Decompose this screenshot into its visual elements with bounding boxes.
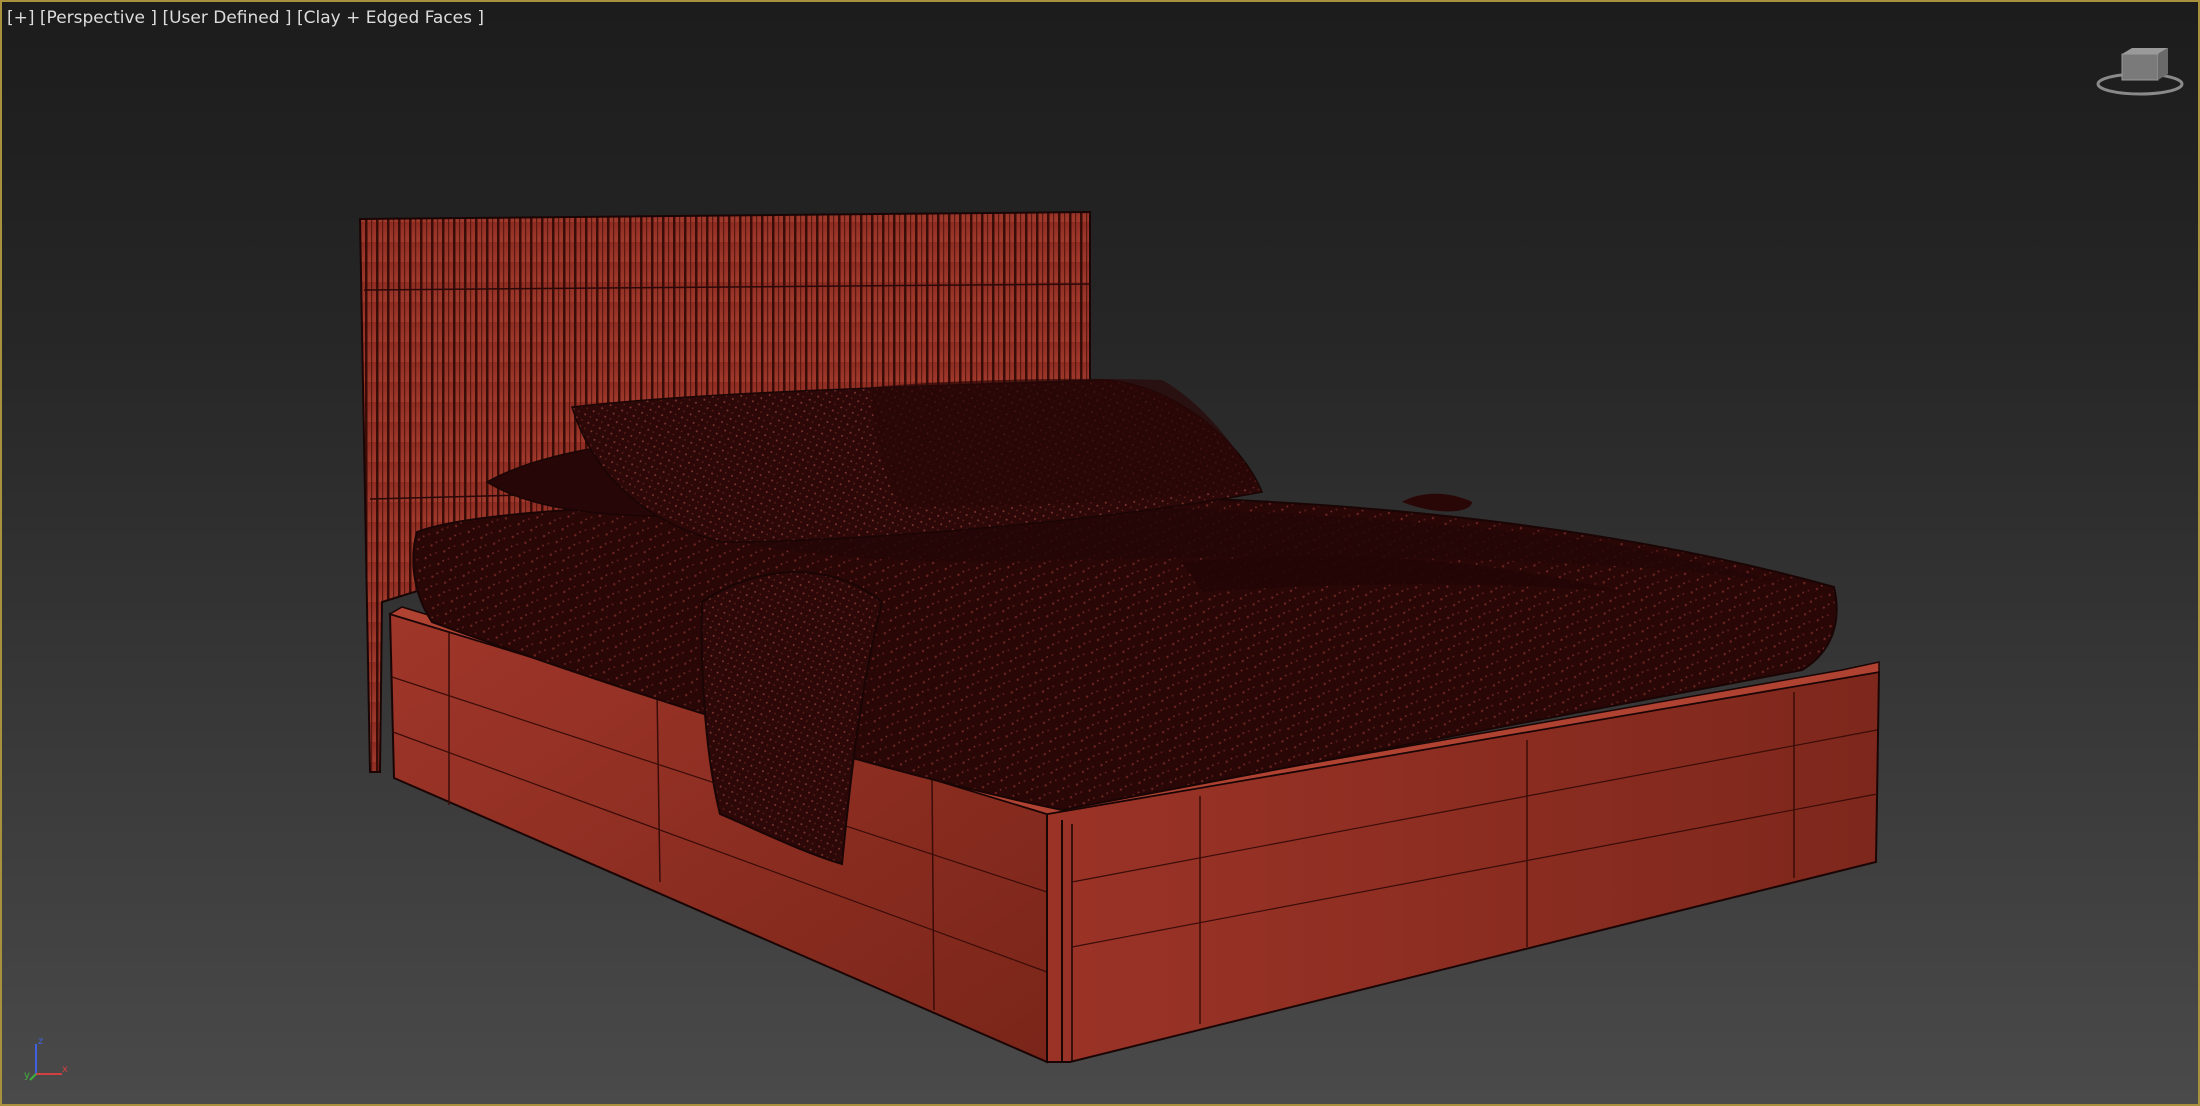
axis-tripod-icon: z x y [24,1036,68,1081]
perspective-viewport[interactable]: [+] [Perspective ] [User Defined ] [Clay… [0,0,2200,1106]
axis-z-label: z [38,1036,43,1047]
axis-y-label: y [24,1070,30,1081]
scene-3d-bed[interactable] [2,2,2200,1106]
viewcube-icon[interactable] [2092,42,2188,102]
axis-x-label: x [62,1064,68,1075]
